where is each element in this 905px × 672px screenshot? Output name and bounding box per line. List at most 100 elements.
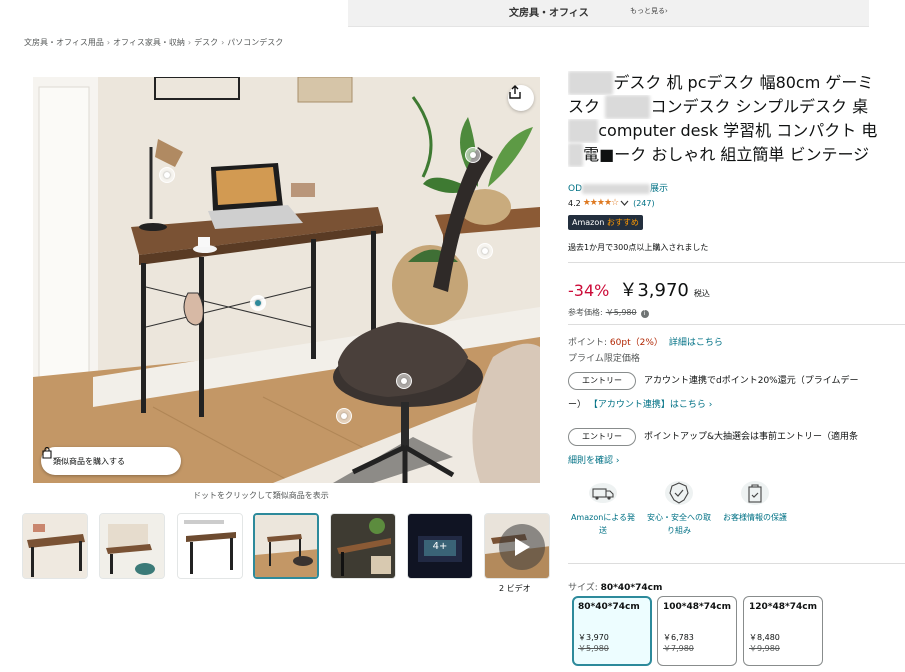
image-hotspot[interactable] (477, 243, 493, 259)
prime-only-price: プライム限定価格 (568, 354, 640, 364)
title-line: スク ■■■コンデスク シンプルデスク 桌 (568, 95, 905, 119)
image-hotspot[interactable] (159, 167, 175, 183)
purchase-volume-note: 過去1か月で300点以上購入されました (568, 243, 709, 252)
buy-similar-label: 類似商品を購入する (53, 456, 125, 466)
title-text: コンデスク シンプルデスク 桌 (650, 97, 869, 116)
redacted-text: ■■■ (568, 71, 614, 95)
size-option[interactable]: 120*48*74cm ￥8,480 ￥9,980 (743, 596, 823, 666)
feature-item[interactable]: Amazonによる発送 (568, 480, 638, 537)
star-rating-icon: ★★★★☆ (582, 198, 619, 208)
price-row: -34% ￥3,970 税込 (568, 276, 710, 302)
info-icon[interactable]: i (640, 310, 649, 318)
banner-more-link[interactable]: もっと見る› (630, 6, 668, 16)
size-option-name: 100*48*74cm (663, 602, 731, 612)
main-product-image[interactable]: 類似商品を購入する (33, 77, 540, 483)
more-images-label: 4+ (408, 514, 472, 578)
promotion: エントリー ポイントアップ&大抽選会は事前エントリー（適用条 細則を確認 › (568, 427, 905, 466)
store-link[interactable]: OD■■■■■■■■展示 (568, 181, 668, 194)
image-hotspot[interactable] (336, 408, 352, 424)
thumbnail[interactable] (99, 513, 165, 579)
promotion-text: アカウント連携でdポイント20%還元（プライムデー (644, 376, 859, 386)
points-value: 60pt（2%） (609, 338, 663, 348)
breadcrumb-separator: › (221, 38, 225, 47)
ref-price-value: ￥5,980 (605, 308, 637, 317)
promotion-text-cont: ー） (568, 400, 587, 410)
delivery-truck-icon (589, 483, 617, 503)
size-option-name: 80*40*74cm (578, 602, 640, 612)
size-option-strike: ￥5,980 (578, 644, 609, 653)
thumbnail[interactable] (22, 513, 88, 579)
feature-icons: Amazonによる発送 安心・安全への取り組み お客様情報の保護 (568, 480, 808, 550)
thumbnail[interactable] (177, 513, 243, 579)
play-button[interactable] (499, 524, 545, 570)
account-link[interactable]: 【アカウント連携】はこちら › (589, 400, 712, 410)
divider (568, 262, 905, 263)
size-option[interactable]: 100*48*74cm ￥6,783 ￥7,980 (657, 596, 737, 666)
share-button[interactable] (508, 85, 534, 111)
shopping-bag-icon (42, 447, 52, 459)
rating-row[interactable]: 4.2 ★★★★☆ (247) (568, 198, 655, 208)
title-line: ■電■ーク おしゃれ 組立簡単 ビンテージ (568, 143, 905, 167)
breadcrumb-item[interactable]: オフィス家具・収納 (113, 38, 185, 47)
top-category-banner: 文房具・オフィス もっと見る› (348, 0, 869, 27)
feature-item[interactable]: 安心・安全への取り組み (644, 480, 714, 537)
size-option-name: 120*48*74cm (749, 602, 817, 612)
breadcrumb-separator: › (187, 38, 192, 47)
breadcrumb-item[interactable]: デスク (194, 38, 218, 47)
thumbnail-more[interactable]: 4+ (407, 513, 473, 579)
product-title: ■■■デスク 机 pcデスク 幅80cm ゲーミ スク ■■■コンデスク シンプ… (568, 71, 905, 167)
promotion-text: ポイントアップ&大抽選会は事前エントリー（適用条 (644, 432, 859, 442)
tax-label: 税込 (693, 289, 710, 298)
feature-label: 安心・安全への取り組み (647, 513, 711, 535)
buy-similar-button[interactable]: 類似商品を購入する (41, 447, 181, 475)
safety-badge-icon (665, 481, 693, 505)
points-row: ポイント: 60pt（2%） 詳細はこちら (568, 335, 723, 348)
size-option-selected[interactable]: 80*40*74cm ￥3,970 ￥5,980 (572, 596, 652, 666)
thumbnail-strip: 4+ (22, 513, 552, 583)
rating-value: 4.2 (568, 198, 581, 208)
current-price: ￥3,970 (619, 280, 689, 301)
redacted-text: ■■ (568, 119, 599, 143)
desk-room-illustration (33, 77, 540, 483)
title-text: デスク 机 pcデスク 幅80cm ゲーミ (613, 73, 874, 92)
title-line: ■■computer desk 学習机 コンパクト 电 (568, 119, 905, 143)
breadcrumb-item[interactable]: パソコンデスク (227, 38, 283, 47)
ref-price-label: 参考価格: (568, 308, 603, 317)
size-option-price: ￥3,970 (578, 633, 609, 642)
redacted-text: ■■■ (605, 95, 651, 119)
title-line: ■■■デスク 机 pcデスク 幅80cm ゲーミ (568, 71, 905, 95)
size-selected-value: 80*40*74cm (600, 583, 663, 593)
rating-count-link[interactable]: (247) (633, 199, 655, 208)
title-text: 電■ーク おしゃれ 組立簡単 ビンテージ (583, 145, 870, 164)
video-count-label: 2 ビデオ (499, 584, 531, 593)
feature-label: Amazonによる発送 (570, 513, 636, 535)
thumbnail[interactable] (330, 513, 396, 579)
image-hotspot[interactable] (250, 295, 266, 311)
banner-category-title[interactable]: 文房具・オフィス (509, 4, 589, 19)
points-details-link[interactable]: 詳細はこちら (669, 338, 723, 348)
entry-button[interactable]: エントリー (568, 427, 636, 446)
terms-link[interactable]: 細則を確認 › (568, 456, 619, 466)
amazon-choice-badge: Amazon おすすめ (568, 215, 643, 230)
promotion: エントリー アカウント連携でdポイント20%還元（プライムデー ー） 【アカウント… (568, 371, 905, 410)
feature-label: お客様情報の保護 (723, 513, 787, 522)
image-hotspot[interactable] (465, 147, 481, 163)
size-option-price: ￥8,480 (749, 633, 780, 642)
redacted-store: ■■■■■■■■ (582, 184, 651, 194)
share-icon (509, 85, 521, 99)
image-hotspot[interactable] (396, 373, 412, 389)
entry-button[interactable]: エントリー (568, 371, 636, 390)
thumbnail-selected[interactable] (253, 513, 319, 579)
breadcrumb: 文房具・オフィス用品 › オフィス家具・収納 › デスク › パソコンデスク (24, 37, 283, 48)
chevron-down-icon[interactable] (620, 200, 629, 206)
store-suffix: 展示 (650, 184, 669, 194)
play-icon (515, 538, 530, 556)
size-option-strike: ￥9,980 (749, 644, 780, 653)
secure-transaction-icon (741, 481, 769, 505)
feature-item[interactable]: お客様情報の保護 (720, 480, 790, 524)
size-option-strike: ￥7,980 (663, 644, 694, 653)
badge-label: おすすめ (606, 218, 639, 227)
video-thumbnail[interactable] (484, 513, 550, 579)
reference-price: 参考価格: ￥5,980 i (568, 307, 649, 318)
breadcrumb-item[interactable]: 文房具・オフィス用品 (24, 38, 104, 47)
